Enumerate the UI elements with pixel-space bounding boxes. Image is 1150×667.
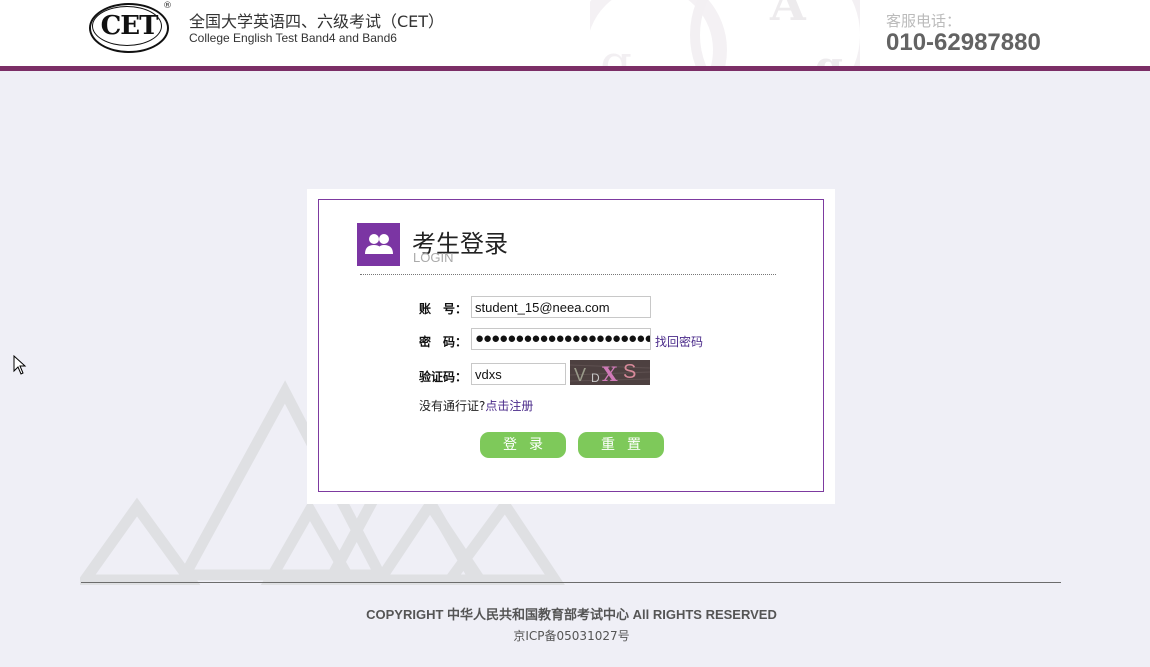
captcha-input[interactable] — [471, 363, 566, 385]
svg-text:g: g — [815, 43, 843, 66]
forgot-password-link[interactable]: 找回密码 — [655, 333, 703, 350]
login-button[interactable]: 登录 — [480, 432, 566, 458]
login-panel: 考生登录 LOGIN 账 号： 密 码： ●●●●●●●●●●●●●●●●●●●… — [307, 189, 835, 504]
cet-logo[interactable]: CET — [89, 3, 171, 53]
captcha-char: X — [602, 362, 618, 385]
seal-watermark-icon: A g g — [590, 0, 860, 66]
svg-text:A: A — [769, 0, 807, 31]
logo-text: CET — [100, 11, 159, 41]
login-form: 考生登录 LOGIN 账 号： 密 码： ●●●●●●●●●●●●●●●●●●●… — [318, 199, 824, 492]
hotline-label: 客服电话： — [886, 12, 962, 30]
login-subtitle: LOGIN — [413, 250, 454, 265]
register-prompt: 没有通行证?点击注册 — [419, 397, 533, 414]
captcha-char: D — [591, 371, 600, 385]
password-label: 密 码： — [419, 335, 468, 349]
register-link[interactable]: 点击注册 — [485, 399, 533, 413]
site-title-cn: 全国大学英语四、六级考试（CET） — [189, 12, 445, 31]
site-title-en: College English Test Band4 and Band6 — [189, 31, 397, 45]
captcha-char: V — [574, 365, 586, 385]
users-icon — [357, 223, 400, 266]
hotline-number: 010-62987880 — [886, 29, 1041, 56]
password-input[interactable]: ●●●●●●●●●●●●●●●●●●●●●● — [471, 328, 651, 350]
captcha-label: 验证码： — [419, 370, 468, 384]
reset-button[interactable]: 重置 — [578, 432, 664, 458]
footer-divider — [81, 582, 1061, 583]
icp-license: 京ICP备05031027号 — [513, 629, 630, 643]
captcha-char: S — [623, 361, 636, 383]
mouse-cursor-icon — [13, 355, 27, 375]
account-input[interactable] — [471, 296, 651, 318]
site-header: A g g CET ® 全国大学英语四、六级考试（CET） College En… — [0, 0, 1150, 66]
svg-text:g: g — [600, 34, 632, 66]
copyright-text: COPYRIGHT 中华人民共和国教育部考试中心 All RIGHTS RESE… — [366, 607, 777, 622]
account-label: 账 号： — [419, 302, 468, 316]
captcha-image[interactable]: V D X S — [570, 360, 650, 385]
registered-mark: ® — [163, 1, 172, 11]
title-divider — [360, 274, 776, 275]
register-prompt-text: 没有通行证? — [419, 399, 486, 413]
header-accent-bar — [0, 66, 1150, 71]
